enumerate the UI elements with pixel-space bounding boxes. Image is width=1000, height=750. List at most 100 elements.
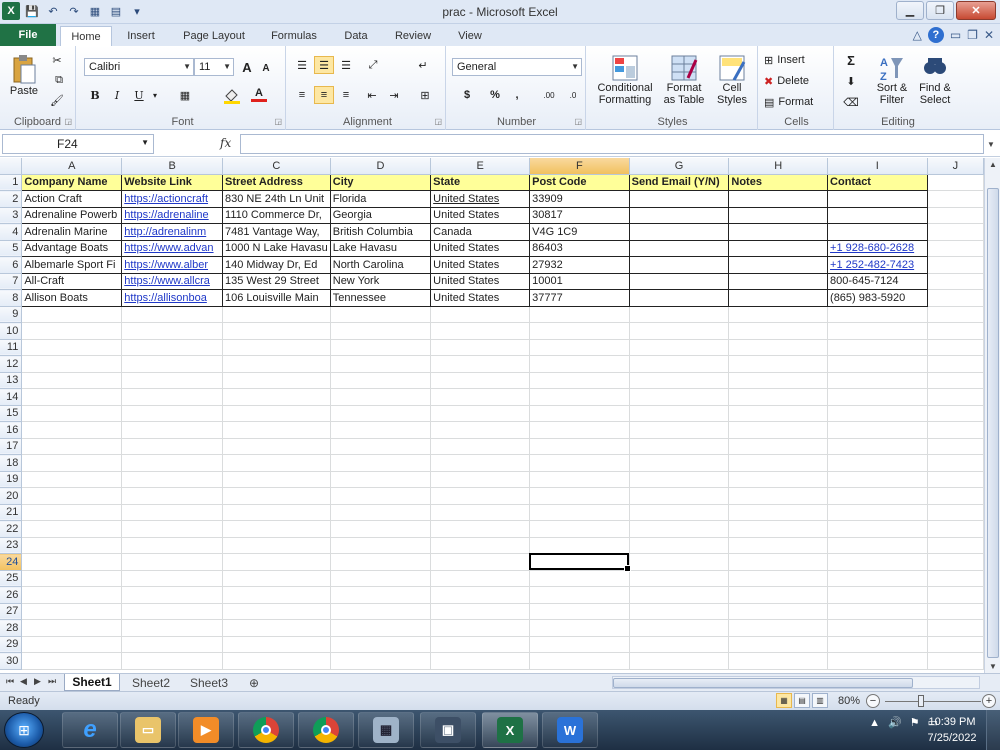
cell[interactable]: Tennessee: [329, 289, 432, 307]
row-header[interactable]: 6: [0, 256, 23, 274]
horizontal-scrollbar[interactable]: [612, 676, 980, 689]
header-cell[interactable]: State: [430, 173, 531, 191]
cell[interactable]: http://adrenalinm: [121, 223, 224, 241]
taskbar-chrome-profile[interactable]: [298, 712, 354, 748]
cell[interactable]: [927, 190, 984, 208]
format-cells-button[interactable]: ▤ Format: [764, 94, 830, 110]
cell[interactable]: [927, 586, 984, 604]
row-header[interactable]: 20: [0, 487, 23, 505]
cell[interactable]: [222, 388, 331, 406]
wrap-text-icon[interactable]: ↵: [412, 56, 434, 74]
cell[interactable]: [927, 520, 984, 538]
workbook-minimize-icon[interactable]: ▭: [950, 28, 961, 42]
cell[interactable]: [728, 372, 829, 389]
cell[interactable]: [222, 537, 331, 554]
cell[interactable]: [430, 355, 531, 373]
cell[interactable]: [728, 339, 829, 356]
sheet-tab-sheet3[interactable]: Sheet3: [182, 674, 236, 691]
row-header[interactable]: 9: [0, 306, 23, 323]
cell[interactable]: [21, 322, 123, 340]
cell[interactable]: 1110 Commerce Dr,: [222, 206, 331, 224]
borders-icon[interactable]: ▦: [174, 86, 196, 104]
cell[interactable]: [121, 520, 224, 538]
cell[interactable]: 830 NE 24th Ln Unit: [222, 190, 331, 208]
cell[interactable]: [222, 322, 331, 340]
cell[interactable]: https://actioncraft: [121, 190, 224, 208]
row-header[interactable]: 19: [0, 471, 23, 488]
cell[interactable]: [222, 405, 331, 422]
cell[interactable]: [629, 652, 730, 670]
workbook-restore-icon[interactable]: ❐: [967, 28, 978, 42]
cell[interactable]: [927, 372, 984, 389]
cell[interactable]: [628, 272, 730, 290]
minimize-button[interactable]: ▁: [896, 1, 924, 20]
bold-button[interactable]: B: [86, 86, 104, 104]
shrink-font-button[interactable]: A: [258, 60, 274, 76]
cell[interactable]: [330, 537, 432, 554]
cell[interactable]: [21, 636, 123, 653]
cell[interactable]: [827, 537, 928, 554]
cell[interactable]: [728, 256, 829, 274]
row-header[interactable]: 1: [0, 174, 23, 191]
cell[interactable]: [628, 256, 730, 274]
workbook-close-icon[interactable]: ✕: [984, 28, 994, 42]
cell[interactable]: [529, 586, 630, 604]
fill-color-icon[interactable]: [220, 86, 244, 104]
cell[interactable]: [529, 652, 630, 670]
cell[interactable]: +1 928-680-2628: [827, 239, 928, 257]
cell[interactable]: [330, 421, 432, 439]
cell[interactable]: [21, 471, 123, 488]
cell[interactable]: [330, 388, 432, 406]
row-header[interactable]: 18: [0, 454, 23, 472]
column-header-d[interactable]: D: [330, 158, 432, 175]
cell[interactable]: [628, 239, 730, 257]
cell[interactable]: 10001: [529, 272, 630, 290]
cell[interactable]: [927, 504, 984, 521]
row-header[interactable]: 30: [0, 652, 23, 670]
row-header[interactable]: 5: [0, 240, 23, 257]
cell[interactable]: [529, 355, 630, 373]
column-header-h[interactable]: H: [728, 158, 829, 175]
cell[interactable]: [121, 570, 224, 587]
tab-file[interactable]: File: [0, 24, 56, 46]
cell[interactable]: [222, 454, 331, 472]
cell[interactable]: [430, 586, 531, 604]
cell[interactable]: United States: [430, 256, 531, 274]
cell[interactable]: [827, 603, 928, 620]
cell[interactable]: [927, 471, 984, 488]
cell[interactable]: [21, 421, 123, 439]
clipboard-dialog-launcher-icon[interactable]: ◲: [64, 117, 72, 126]
cell[interactable]: [728, 652, 829, 670]
cell[interactable]: [330, 652, 432, 670]
cell[interactable]: [728, 553, 829, 571]
cell[interactable]: [728, 586, 829, 604]
cell[interactable]: 7481 Vantage Way,: [222, 223, 331, 241]
number-dialog-launcher-icon[interactable]: ◲: [574, 117, 582, 126]
normal-view-icon[interactable]: ▦: [776, 693, 792, 708]
cell[interactable]: [529, 438, 630, 455]
cell[interactable]: [121, 388, 224, 406]
cell[interactable]: [827, 372, 928, 389]
column-header-f[interactable]: F: [529, 158, 630, 175]
cell[interactable]: [728, 537, 829, 554]
cell[interactable]: Advantage Boats: [21, 239, 123, 257]
vertical-scrollbar[interactable]: ▲ ▼: [984, 158, 1000, 673]
cell[interactable]: [330, 586, 432, 604]
cell[interactable]: 800-645-7124: [827, 272, 928, 290]
cell[interactable]: [330, 339, 432, 356]
row-header[interactable]: 22: [0, 520, 23, 538]
row-header[interactable]: 21: [0, 504, 23, 521]
font-color-button[interactable]: A: [248, 84, 270, 104]
taskbar-file-explorer[interactable]: ▭: [120, 712, 176, 748]
cell[interactable]: [629, 388, 730, 406]
cell[interactable]: [529, 553, 630, 571]
delete-cells-button[interactable]: ✖ Delete: [764, 73, 830, 89]
cell[interactable]: [430, 520, 531, 538]
row-header[interactable]: 26: [0, 586, 23, 604]
cell[interactable]: [628, 190, 730, 208]
cell[interactable]: [927, 405, 984, 422]
cell[interactable]: [330, 619, 432, 637]
row-header[interactable]: 27: [0, 603, 23, 620]
cell[interactable]: [121, 537, 224, 554]
cell[interactable]: Allison Boats: [21, 289, 123, 307]
